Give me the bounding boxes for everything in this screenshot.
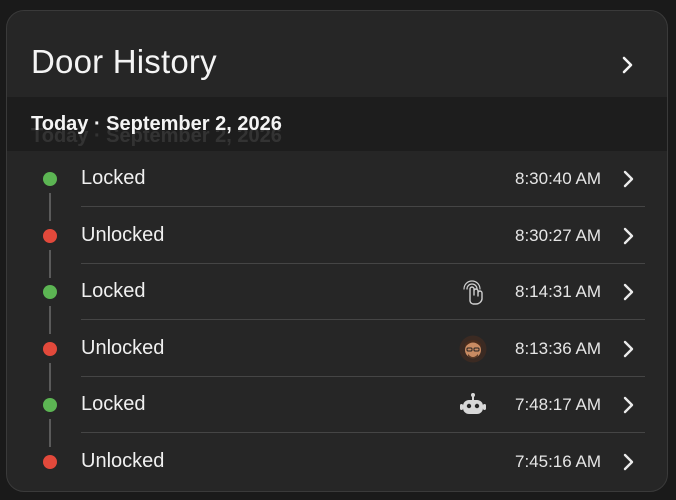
event-time: 7:45:16 AM bbox=[514, 452, 601, 471]
touch-icon bbox=[463, 280, 483, 305]
event-time: 8:14:31 AM bbox=[514, 282, 601, 301]
chevron-right-icon[interactable] bbox=[621, 227, 637, 245]
locked-status-dot bbox=[43, 172, 57, 186]
card-title: Door History bbox=[31, 43, 217, 80]
chevron-right-icon[interactable] bbox=[621, 396, 637, 414]
event-status: Unlocked bbox=[81, 450, 165, 472]
event-time: 8:30:40 AM bbox=[514, 169, 601, 188]
event-time: 7:48:17 AM bbox=[514, 395, 601, 414]
event-row[interactable]: Unlocked 8:30:27 AM bbox=[7, 208, 667, 278]
unlocked-status-dot bbox=[43, 229, 57, 243]
locked-status-dot bbox=[43, 285, 57, 299]
event-time: 8:30:27 AM bbox=[514, 226, 601, 245]
chevron-right-icon[interactable] bbox=[621, 340, 637, 358]
event-status: Unlocked bbox=[81, 224, 165, 246]
event-row[interactable]: Unlocked 7:45:16 AM bbox=[7, 434, 667, 490]
chevron-right-icon[interactable] bbox=[621, 170, 637, 188]
event-row[interactable]: Locked 7:48:17 AM bbox=[7, 377, 667, 447]
event-row[interactable]: Unlocked 8:13:36 AM bbox=[7, 321, 667, 391]
row-divider bbox=[81, 319, 645, 320]
unlocked-status-dot bbox=[43, 342, 57, 356]
row-divider bbox=[81, 432, 645, 433]
chevron-right-icon[interactable] bbox=[621, 453, 637, 471]
event-status: Locked bbox=[81, 167, 146, 189]
event-status: Locked bbox=[81, 280, 146, 302]
locked-status-dot bbox=[43, 398, 57, 412]
card-header[interactable]: Door History bbox=[7, 11, 667, 97]
event-status: Locked bbox=[81, 393, 146, 415]
chevron-right-icon[interactable] bbox=[619, 56, 637, 74]
event-status: Unlocked bbox=[81, 337, 165, 359]
event-time: 8:13:36 AM bbox=[514, 339, 601, 358]
user-avatar bbox=[459, 335, 487, 363]
event-row[interactable]: Locked 8:30:40 AM bbox=[7, 151, 667, 221]
robot-icon bbox=[460, 393, 486, 414]
chevron-right-icon[interactable] bbox=[621, 283, 637, 301]
door-history-card: Door History Today · September 2, 2026 T… bbox=[6, 10, 668, 492]
date-section-header: Today · September 2, 2026 Today · Septem… bbox=[7, 97, 667, 151]
row-divider bbox=[81, 206, 645, 207]
event-row[interactable]: Locked 8:14:31 AM bbox=[7, 264, 667, 334]
section-label: Today · September 2, 2026 bbox=[31, 113, 282, 135]
unlocked-status-dot bbox=[43, 455, 57, 469]
